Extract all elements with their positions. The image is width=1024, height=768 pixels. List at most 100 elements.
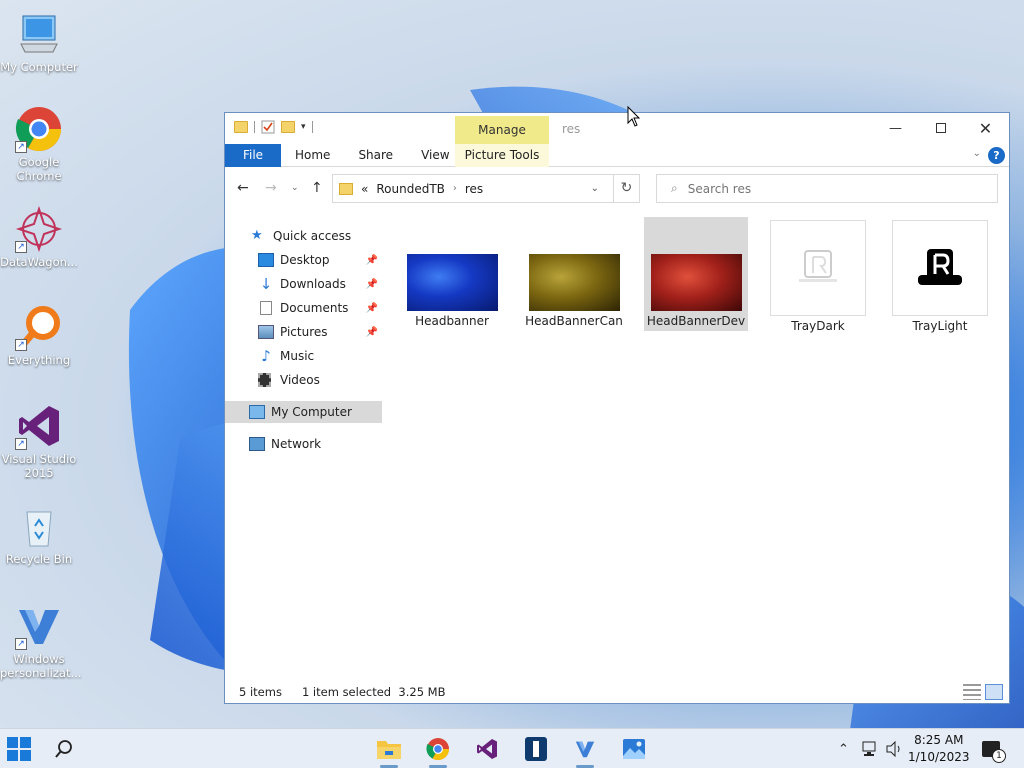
personalization-icon: ↗ [15, 602, 63, 650]
magnifier-icon: ↗ [15, 303, 63, 351]
file-explorer-icon [377, 741, 401, 759]
nav-pictures[interactable]: Pictures 📌 [225, 321, 382, 343]
taskbar-photos[interactable] [615, 734, 653, 764]
desktop-icon-google-chrome[interactable]: ↗ Google Chrome [0, 105, 78, 183]
desktop-icon-recycle-bin[interactable]: Recycle Bin [0, 502, 78, 566]
windows-logo-icon [7, 737, 31, 761]
nav-quick-access[interactable]: ★ Quick access [225, 225, 382, 247]
show-hidden-icons-button[interactable]: ⌃ [838, 729, 849, 768]
tab-file[interactable]: File [225, 143, 281, 167]
speaker-icon [886, 741, 900, 757]
large-icons-view-icon[interactable] [985, 684, 1003, 700]
help-icon[interactable]: ? [988, 147, 1005, 164]
properties-icon[interactable] [261, 120, 275, 134]
maximize-button[interactable] [918, 113, 963, 143]
desktop-icon-visual-studio[interactable]: ↗ Visual Studio 2015 [0, 402, 78, 480]
tray-light-icon [918, 249, 962, 285]
tab-share[interactable]: Share [344, 144, 407, 167]
film-icon [258, 373, 271, 387]
desktop-icon-datawagon[interactable]: ↗ DataWagon... [0, 205, 78, 269]
notifications-button[interactable]: 1 [982, 729, 1006, 768]
start-button[interactable] [0, 734, 38, 764]
nav-my-computer[interactable]: My Computer [225, 401, 382, 423]
back-arrow-icon[interactable]: ← [237, 180, 249, 196]
notification-icon: 1 [982, 741, 1006, 763]
taskbar-visual-studio[interactable] [468, 734, 506, 764]
pictures-icon [258, 325, 274, 339]
image-thumbnail [770, 220, 866, 316]
folder-icon [234, 121, 248, 133]
window-title: res [562, 122, 581, 136]
chevron-up-icon: ⌃ [838, 741, 849, 757]
expand-ribbon-icon[interactable]: ⌄ [973, 148, 981, 159]
shortcut-arrow-icon: ↗ [15, 438, 27, 450]
chevron-down-icon[interactable]: ⌄ [591, 183, 599, 194]
breadcrumb-roundedtb[interactable]: RoundedTB [376, 182, 445, 196]
image-thumbnail [892, 220, 988, 316]
nav-documents[interactable]: Documents 📌 [225, 297, 382, 319]
ribbon-tabs: File Home Share View Picture Tools ⌄ ? [225, 143, 1009, 167]
clock[interactable]: 8:25 AM 1/10/2023 [908, 732, 970, 766]
refresh-button[interactable]: ↻ [614, 174, 640, 203]
clock-date: 1/10/2023 [908, 750, 970, 764]
quick-access-toolbar: ▾ [234, 120, 313, 134]
tab-home[interactable]: Home [281, 144, 344, 167]
file-item-headbannerdev[interactable]: HeadBannerDev [644, 217, 748, 331]
download-arrow-icon: ↓ [259, 275, 273, 293]
app-icon [525, 737, 547, 761]
pin-icon: 📌 [365, 278, 378, 290]
new-folder-icon[interactable] [281, 121, 295, 133]
desktop-icon-everything[interactable]: ↗ Everything [0, 303, 78, 367]
recent-locations-icon[interactable]: ⌄ [291, 183, 299, 193]
tab-picture-tools[interactable]: Picture Tools [455, 144, 549, 167]
tab-manage[interactable]: Manage [455, 116, 549, 144]
forward-arrow-icon[interactable]: → [265, 180, 277, 196]
nav-downloads[interactable]: ↓ Downloads 📌 [225, 273, 382, 295]
visual-studio-icon [477, 739, 497, 759]
pin-icon: 📌 [365, 302, 378, 314]
search-button[interactable] [45, 734, 83, 764]
file-list: Headbanner HeadBannerCan HeadBannerDev T… [382, 209, 1009, 679]
taskbar-app[interactable] [517, 734, 555, 764]
up-arrow-icon[interactable]: ↑ [311, 180, 323, 196]
shortcut-arrow-icon: ↗ [15, 141, 27, 153]
close-button[interactable]: ✕ [963, 113, 1008, 143]
network-icon [249, 437, 265, 451]
desktop-icon-windows-personalization[interactable]: ↗ Windows personalizat... [0, 602, 81, 680]
customize-toolbar-icon[interactable]: ▾ [301, 122, 306, 132]
network-icon [862, 741, 876, 756]
minimize-button[interactable]: — [873, 113, 918, 143]
nav-network[interactable]: Network [225, 433, 382, 455]
desktop-icon-my-computer[interactable]: My Computer [0, 10, 78, 74]
file-item-headbannercan[interactable]: HeadBannerCan [522, 217, 626, 331]
file-item-headbanner[interactable]: Headbanner [400, 217, 504, 331]
address-bar[interactable]: « RoundedTB › res ⌄ [332, 174, 614, 203]
address-overflow[interactable]: « [361, 182, 368, 196]
volume-tray-icon[interactable] [885, 729, 903, 768]
details-view-icon[interactable] [963, 684, 981, 700]
music-note-icon: ♪ [261, 347, 271, 365]
nav-music[interactable]: ♪ Music [225, 345, 382, 367]
mouse-cursor-icon [627, 106, 641, 127]
taskbar-windows-personalization[interactable] [566, 734, 604, 768]
pin-icon: 📌 [365, 326, 378, 338]
photos-icon [623, 739, 645, 759]
datawagon-icon: ↗ [15, 205, 63, 253]
nav-videos[interactable]: Videos [225, 369, 382, 391]
search-input[interactable] [687, 181, 968, 196]
file-item-traylight[interactable]: TrayLight [888, 217, 992, 333]
taskbar-file-explorer[interactable] [370, 734, 408, 768]
image-thumbnail [528, 254, 620, 311]
search-box[interactable]: ⌕ [656, 174, 998, 203]
desktop-folder-icon [258, 253, 274, 267]
minimize-icon: — [889, 120, 902, 136]
monitor-icon [249, 405, 265, 419]
image-thumbnail [650, 254, 742, 311]
view-switcher [963, 684, 1003, 700]
nav-desktop[interactable]: Desktop 📌 [225, 249, 382, 271]
network-tray-icon[interactable] [862, 729, 880, 768]
breadcrumb-res[interactable]: res [465, 182, 483, 196]
taskbar-chrome[interactable] [419, 734, 457, 768]
file-item-traydark[interactable]: TrayDark [766, 217, 870, 333]
maximize-icon [935, 123, 946, 133]
